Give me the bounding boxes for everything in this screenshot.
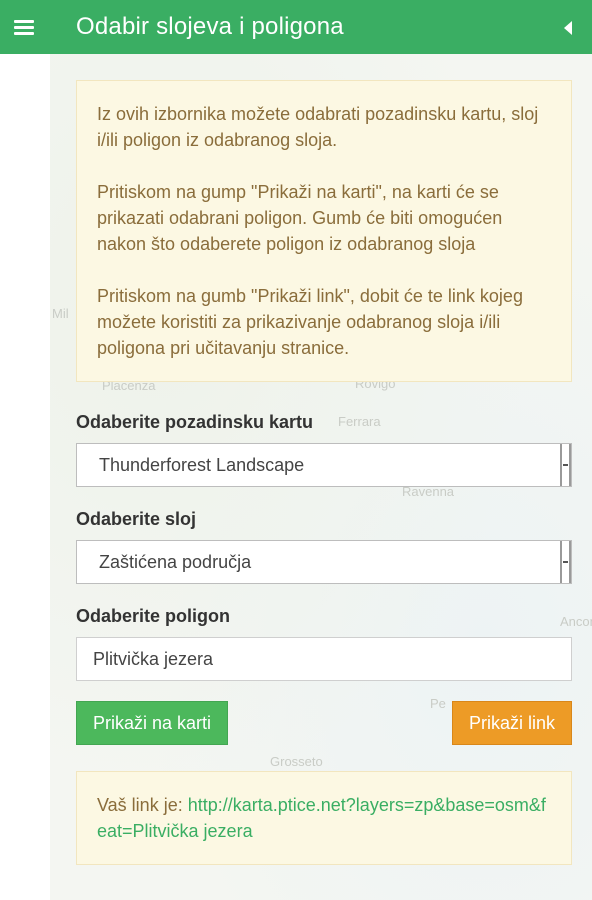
polygon-input[interactable] <box>76 637 572 681</box>
layer-selection-panel: Iz ovih izbornika možete odabrati pozadi… <box>76 80 572 865</box>
show-on-map-button[interactable]: Prikaži na karti <box>76 701 229 745</box>
layer-group: Odaberite sloj Zaštićena područja <box>76 509 572 584</box>
base-map-selected-value: Thunderforest Landscape <box>99 454 305 475</box>
hamburger-menu-icon[interactable] <box>14 18 36 36</box>
layer-selected-value: Zaštićena područja <box>99 551 252 572</box>
info-paragraph: Pritiskom na gump "Prikaži na karti", na… <box>97 182 503 254</box>
layer-select[interactable]: Zaštićena područja <box>76 540 572 584</box>
polygon-label: Odaberite poligon <box>76 606 231 626</box>
button-row: Prikaži na karti Prikaži link <box>76 701 572 745</box>
base-map-group: Odaberite pozadinsku kartu Thunderforest… <box>76 412 572 487</box>
layer-label: Odaberite sloj <box>76 509 197 529</box>
base-map-select[interactable]: Thunderforest Landscape <box>76 443 572 487</box>
panel-header: Odabir slojeva i poligona <box>0 0 592 54</box>
base-map-label: Odaberite pozadinsku kartu <box>76 412 314 432</box>
link-box: Vaš link je: http://karta.ptice.net?laye… <box>76 771 572 865</box>
map-label: Mil <box>52 306 69 321</box>
info-paragraph: Pritiskom na gumb "Prikaži link", dobit … <box>97 286 523 358</box>
caret-left-icon[interactable] <box>564 21 572 35</box>
dropdown-handle-icon[interactable] <box>560 541 571 583</box>
show-link-button[interactable]: Prikaži link <box>451 701 572 745</box>
info-box: Iz ovih izbornika možete odabrati pozadi… <box>76 80 572 382</box>
link-prefix: Vaš link je: <box>97 795 188 815</box>
page-title: Odabir slojeva i poligona <box>76 13 344 40</box>
info-paragraph: Iz ovih izbornika možete odabrati pozadi… <box>97 104 539 150</box>
dropdown-handle-icon[interactable] <box>560 444 571 486</box>
polygon-group: Odaberite poligon <box>76 606 572 681</box>
